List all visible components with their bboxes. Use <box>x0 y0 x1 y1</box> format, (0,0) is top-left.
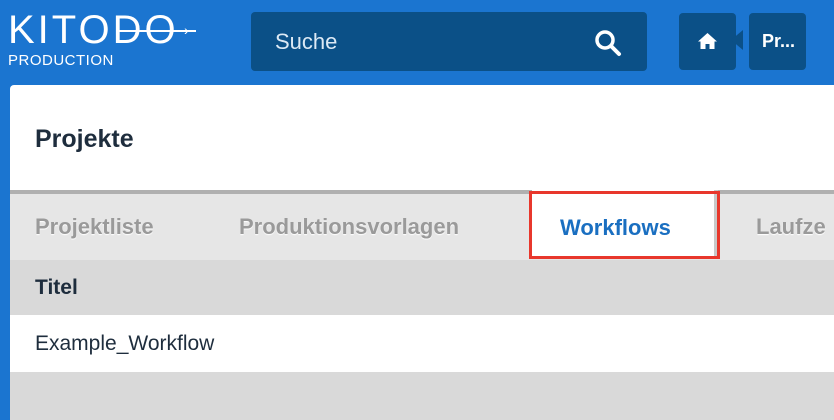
page-title: Projekte <box>35 125 134 153</box>
home-icon <box>698 33 717 49</box>
kitodo-logo[interactable]: KITODO › PRODUCTION <box>8 6 208 76</box>
logo-arrow-icon: › <box>184 22 189 38</box>
search-input[interactable] <box>251 12 647 71</box>
highlight-box <box>529 191 720 259</box>
breadcrumb-projects[interactable]: Pr... <box>749 13 806 70</box>
breadcrumb-arrow <box>731 30 743 50</box>
table-cell-title: Example_Workflow <box>35 332 215 355</box>
top-bar: KITODO › PRODUCTION Pr... <box>0 0 834 85</box>
column-header-titel[interactable]: Titel <box>35 276 78 300</box>
logo-subtitle: PRODUCTION <box>8 52 114 69</box>
table-header: Titel <box>10 260 834 315</box>
home-button[interactable] <box>679 13 736 70</box>
tab-produktionsvorlagen[interactable]: Produktionsvorlagen <box>239 214 459 240</box>
tab-projektliste[interactable]: Projektliste <box>35 214 154 240</box>
tab-laufzettel[interactable]: Laufze <box>756 214 826 240</box>
search-icon[interactable] <box>594 29 622 57</box>
table-footer <box>10 372 834 420</box>
table-row[interactable]: Example_Workflow <box>10 315 834 372</box>
main-panel: Projekte Projektliste Produktionsvorlage… <box>10 85 834 420</box>
